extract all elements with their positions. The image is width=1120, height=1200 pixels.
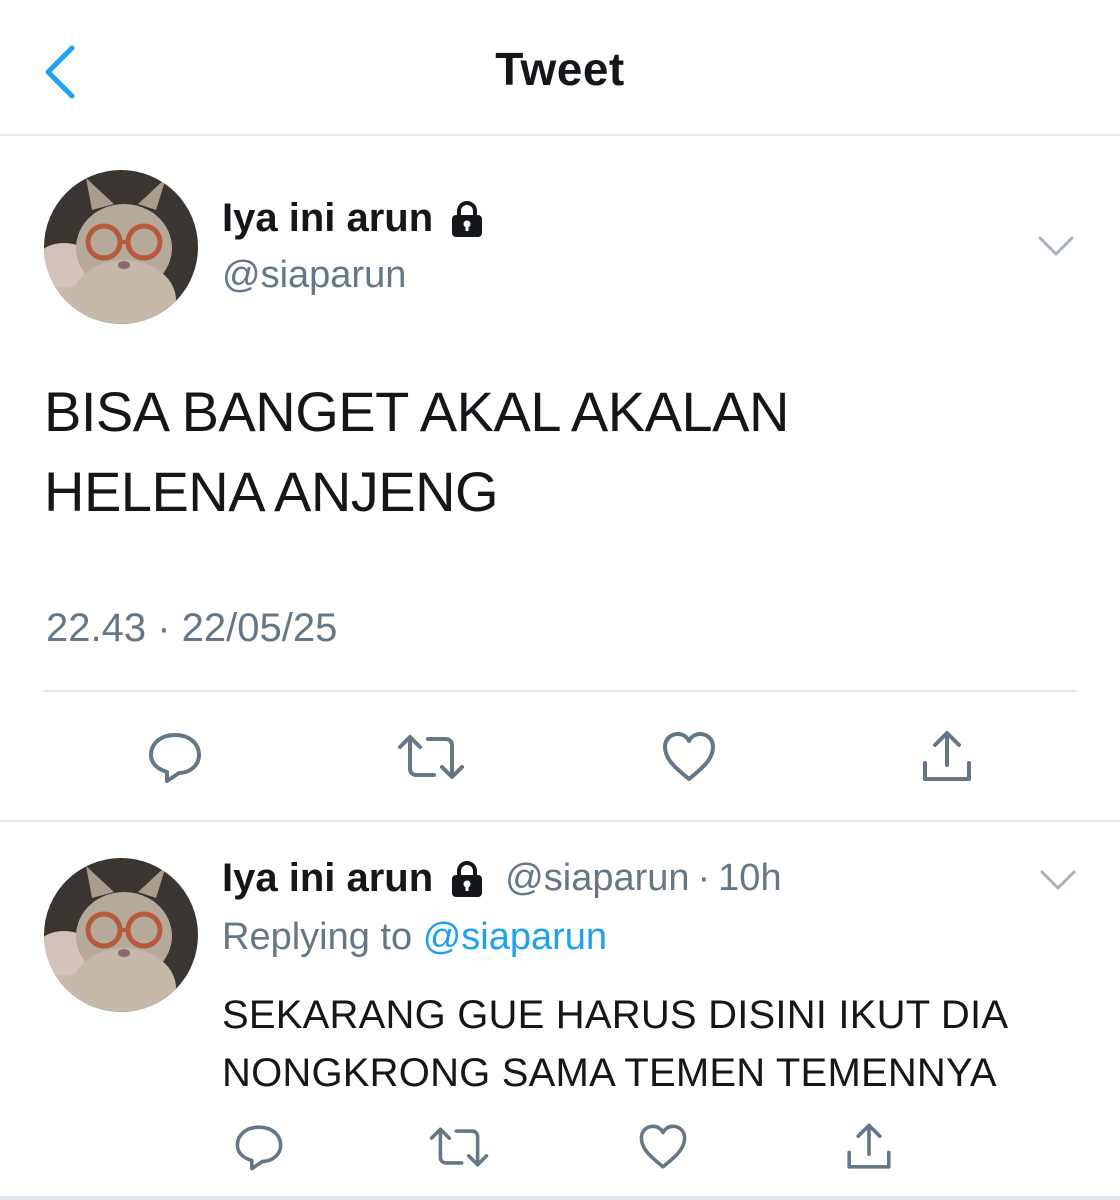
divider xyxy=(0,820,1120,822)
retweet-button[interactable] xyxy=(396,722,466,792)
chevron-down-icon xyxy=(1040,870,1076,890)
reply-button[interactable] xyxy=(224,1112,294,1182)
lock-icon xyxy=(447,859,487,899)
reply-button[interactable] xyxy=(140,722,210,792)
replying-to: Replying to @siaparun xyxy=(222,916,607,959)
divider xyxy=(0,1196,1120,1200)
display-name[interactable]: Iya ini arun xyxy=(222,856,433,901)
like-icon xyxy=(663,732,715,781)
retweet-button[interactable] xyxy=(424,1112,494,1182)
cat-avatar-image xyxy=(44,170,198,324)
page-title: Tweet xyxy=(495,43,625,95)
divider xyxy=(44,690,1076,692)
tweet-menu-button[interactable] xyxy=(1036,230,1076,262)
top-navigation-bar: Tweet xyxy=(0,0,1120,136)
separator-dot: · xyxy=(697,857,711,899)
reply-header: Iya ini arun @siaparun · 10h xyxy=(222,856,782,901)
tweet-text-line: HELENA ANJENG xyxy=(44,460,499,523)
chevron-down-icon xyxy=(1038,236,1074,256)
reply-time[interactable]: 10h xyxy=(718,857,781,900)
avatar[interactable] xyxy=(44,858,198,1012)
replying-prefix: Replying to xyxy=(222,916,413,958)
author-name-row[interactable]: Iya ini arun xyxy=(222,196,487,241)
share-icon xyxy=(923,731,971,781)
share-icon xyxy=(847,1123,891,1169)
reply-text-line: NONGKRONG SAMA TEMEN TEMENNYA xyxy=(222,1051,997,1095)
share-button[interactable] xyxy=(912,722,982,792)
author-handle[interactable]: @siaparun xyxy=(222,254,406,297)
cat-avatar-image xyxy=(44,858,198,1012)
display-name[interactable]: Iya ini arun xyxy=(222,196,433,241)
reply-body: SEKARANG GUE HARUS DISINI IKUT DIA NONGK… xyxy=(222,986,1102,1102)
reply-icon xyxy=(149,733,201,783)
lock-icon xyxy=(447,199,487,239)
like-button[interactable] xyxy=(654,722,724,792)
retweet-icon xyxy=(398,735,464,779)
reply-menu-button[interactable] xyxy=(1038,866,1078,894)
author-handle[interactable]: @siaparun xyxy=(505,857,689,900)
share-button[interactable] xyxy=(834,1112,904,1182)
like-icon xyxy=(639,1124,687,1169)
retweet-icon xyxy=(429,1127,489,1167)
reply-icon xyxy=(235,1125,283,1171)
tweet-timestamp[interactable]: 22.43 · 22/05/25 xyxy=(46,606,337,651)
like-button[interactable] xyxy=(628,1112,698,1182)
reply-text-line: SEKARANG GUE HARUS DISINI IKUT DIA xyxy=(222,993,1009,1037)
tweet-detail-screen: Tweet Iya ini arun @siaparun BISA BANGET… xyxy=(0,0,1120,1200)
replying-handle-link[interactable]: @siaparun xyxy=(423,916,607,958)
avatar[interactable] xyxy=(44,170,198,324)
tweet-body: BISA BANGET AKAL AKALAN HELENA ANJENG xyxy=(44,372,1044,532)
tweet-text-line: BISA BANGET AKAL AKALAN xyxy=(44,380,789,443)
